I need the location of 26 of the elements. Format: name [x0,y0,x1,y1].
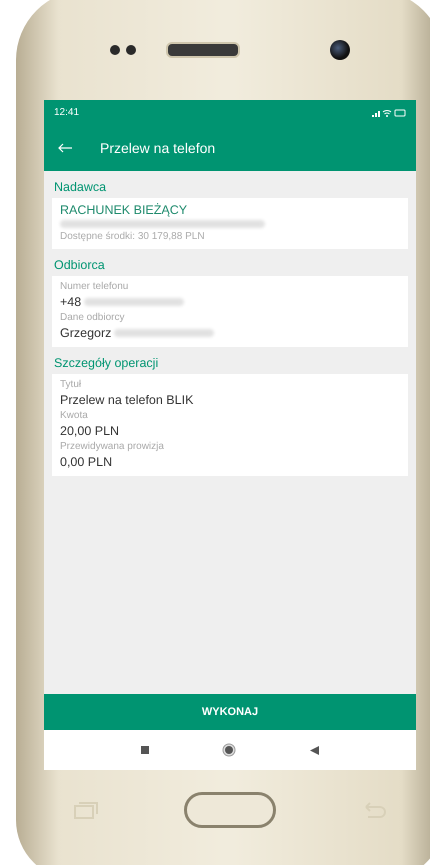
home-icon[interactable] [222,743,236,757]
available-funds-text: Dostępne środki: 30 179,88 PLN [60,231,206,242]
status-time: 12:41 [54,107,80,118]
screen-title: Przelew na telefon [100,140,216,156]
sensor-icon [110,45,136,55]
field-label: Dane odbiorcy [60,312,126,323]
home-button[interactable] [184,792,276,828]
field-label: Tytuł [60,379,82,390]
account-name: RACHUNEK BIEŻĄCY [60,203,188,217]
camera-lens [330,40,350,60]
status-icons [372,108,406,118]
field-value: Grzegorz [60,326,112,340]
field-value: +48 [60,295,82,309]
field-value: Przelew na telefon BLIK [60,393,194,407]
field-label: Numer telefonu [60,281,130,292]
section-heading: Odbiorca [53,257,106,274]
section-heading: Nadawca [53,179,108,196]
back-icon[interactable] [310,746,320,754]
section-heading: Szczegóły operacji [53,355,160,372]
field-value: 20,00 PLN [60,424,120,438]
field-label: Kwota [60,410,89,421]
field-label: Przewidywana prowizja [60,441,165,452]
back-arrow-icon[interactable] [58,143,72,153]
execute-button[interactable]: WYKONAJ [44,694,416,730]
field-value: 0,00 PLN [60,455,112,469]
recent-apps-icon[interactable] [140,746,149,754]
